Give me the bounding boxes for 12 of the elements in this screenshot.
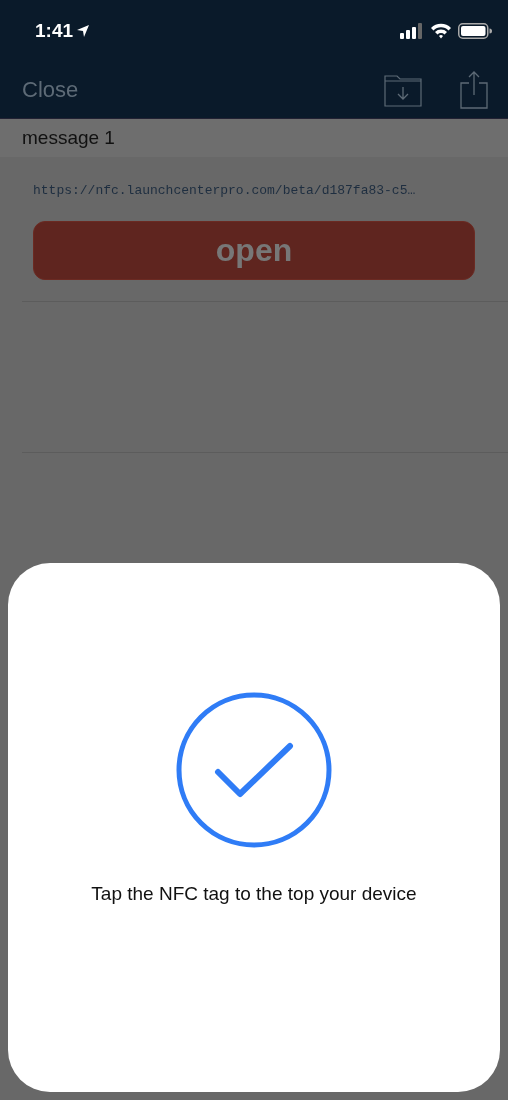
nfc-prompt: Tap the NFC tag to the top your device	[91, 883, 417, 905]
location-arrow-icon	[76, 24, 91, 38]
close-button[interactable]: Close	[22, 77, 79, 103]
battery-icon	[458, 23, 492, 39]
url-text: https://nfc.launchcenterpro.com/beta/d187fa83-c5…	[33, 183, 417, 198]
message-title: message 1	[22, 127, 115, 149]
status-time: 1:41	[35, 20, 74, 42]
wifi-icon	[430, 23, 452, 39]
folder-download-icon[interactable]	[384, 73, 422, 107]
signal-icon	[400, 23, 424, 39]
share-icon[interactable]	[460, 71, 488, 109]
open-button[interactable]: open	[33, 221, 475, 280]
